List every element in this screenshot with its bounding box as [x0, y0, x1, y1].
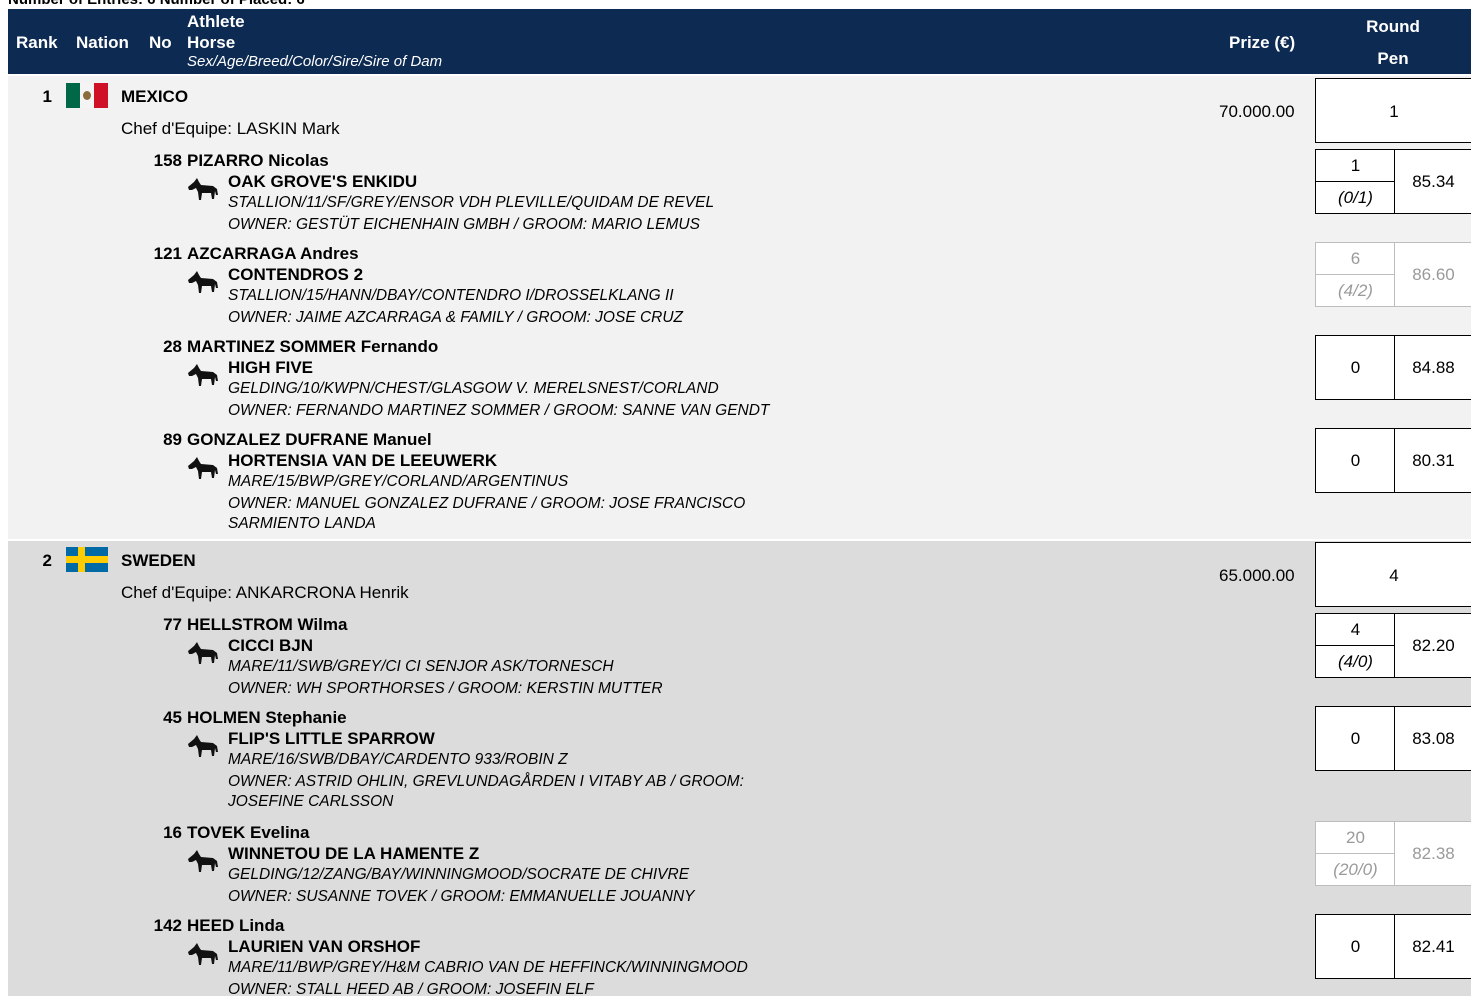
horse-icon — [186, 639, 220, 669]
col-round: Round — [1366, 17, 1420, 36]
owner-groom: OWNER: SUSANNE TOVEK / GROOM: EMMANUELLE… — [228, 888, 695, 905]
rider-number: 121 — [153, 244, 182, 263]
athlete-name[interactable]: MARTINEZ SOMMER Fernando — [187, 337, 438, 357]
rider-number: 45 — [163, 708, 182, 727]
owner-groom: OWNER: GESTÜT EICHENHAIN GMBH / GROOM: M… — [228, 216, 700, 233]
rider-penalty: 4 — [1350, 620, 1361, 639]
rider-penalty: 0 — [1350, 729, 1361, 748]
athlete-name[interactable]: TOVEK Evelina — [187, 823, 310, 843]
athlete-name[interactable]: AZCARRAGA Andres — [187, 244, 359, 264]
rider-faults: (4/2) — [1338, 281, 1373, 300]
horse-icon — [186, 940, 220, 970]
rider-faults: (20/0) — [1333, 860, 1378, 879]
col-prize: Prize (€) — [1229, 33, 1296, 52]
team-penalty: 4 — [1389, 566, 1399, 585]
horse-name[interactable]: CONTENDROS 2 — [228, 265, 363, 285]
chef-d-equipe: Chef d'Equipe: LASKIN Mark — [121, 119, 340, 138]
col-rank: Rank — [16, 33, 58, 52]
col-horse-subtitle: Sex/Age/Breed/Color/Sire/Sire of Dam — [187, 53, 443, 70]
horse-details: MARE/11/BWP/GREY/H&M CABRIO VAN DE HEFFI… — [228, 959, 748, 976]
team-nation: SWEDEN — [121, 551, 196, 570]
rider-number: 142 — [153, 916, 182, 935]
athlete-name[interactable]: HEED Linda — [187, 916, 284, 936]
penalty-divider — [1316, 181, 1395, 182]
rider-time: 83.08 — [1412, 729, 1455, 748]
horse-icon — [186, 454, 220, 484]
horse-icon — [186, 361, 220, 391]
team-prize: 65.000.00 — [1219, 566, 1295, 585]
rider-time: 85.34 — [1412, 172, 1455, 191]
horse-name[interactable]: OAK GROVE'S ENKIDU — [228, 172, 417, 192]
penalty-divider — [1316, 274, 1395, 275]
athlete-name[interactable]: HOLMEN Stephanie — [187, 708, 347, 728]
owner-groom: OWNER: JAIME AZCARRAGA & FAMILY / GROOM:… — [228, 309, 684, 326]
rider-number: 89 — [163, 430, 182, 449]
col-athlete: Athlete — [187, 12, 245, 31]
horse-icon — [186, 847, 220, 877]
owner-groom: OWNER: STALL HEED AB / GROOM: JOSEFIN EL… — [228, 981, 594, 998]
rider-time: 82.41 — [1412, 937, 1455, 956]
owner-groom: OWNER: FERNANDO MARTINEZ SOMMER / GROOM:… — [228, 402, 770, 419]
col-no: No — [149, 33, 172, 52]
owner-groom: OWNER: ASTRID OHLIN, GREVLUNDAGÅRDEN I V… — [228, 773, 744, 790]
sweden-flag — [66, 547, 108, 572]
rider-penalty: 0 — [1350, 937, 1361, 956]
horse-name[interactable]: HIGH FIVE — [228, 358, 313, 378]
rider-time: 86.60 — [1412, 265, 1455, 284]
rider-faults: (4/0) — [1338, 652, 1373, 671]
horse-details: STALLION/15/HANN/DBAY/CONTENDRO I/DROSSE… — [228, 287, 674, 304]
team-prize: 70.000.00 — [1219, 102, 1295, 121]
team-rank: 2 — [42, 551, 52, 570]
horse-name[interactable]: WINNETOU DE LA HAMENTE Z — [228, 844, 479, 864]
horse-name[interactable]: LAURIEN VAN ORSHOF — [228, 937, 420, 957]
team-nation: MEXICO — [121, 87, 189, 106]
team-rank: 1 — [42, 87, 52, 106]
horse-icon — [186, 175, 220, 205]
rider-time: 80.31 — [1412, 451, 1455, 470]
rider-number: 158 — [153, 151, 182, 170]
mexico-flag — [66, 83, 108, 108]
rider-number: 77 — [163, 615, 182, 634]
entries-summary: Number of Entries: 6 Number of Placed: 6 — [8, 0, 305, 8]
rider-penalty: 6 — [1350, 249, 1361, 268]
team-penalty: 1 — [1389, 102, 1399, 121]
rider-faults: (0/1) — [1338, 188, 1373, 207]
horse-details: MARE/15/BWP/GREY/CORLAND/ARGENTINUS — [228, 473, 569, 490]
horse-details: MARE/11/SWB/GREY/CI CI SENJOR ASK/TORNES… — [228, 658, 614, 675]
rider-penalty: 0 — [1350, 358, 1361, 377]
horse-name[interactable]: FLIP'S LITTLE SPARROW — [228, 729, 435, 749]
horse-name[interactable]: CICCI BJN — [228, 636, 313, 656]
rider-number: 16 — [163, 823, 182, 842]
rider-number: 28 — [163, 337, 182, 356]
owner-groom: OWNER: MANUEL GONZALEZ DUFRANE / GROOM: … — [228, 495, 746, 512]
owner-groom: SARMIENTO LANDA — [228, 515, 376, 532]
rider-time: 82.38 — [1412, 844, 1455, 863]
horse-details: GELDING/12/ZANG/BAY/WINNINGMOOD/SOCRATE … — [228, 866, 690, 883]
horse-icon — [186, 268, 220, 298]
rider-penalty: 1 — [1350, 156, 1361, 175]
owner-groom: OWNER: WH SPORTHORSES / GROOM: KERSTIN M… — [228, 680, 663, 697]
owner-groom: JOSEFINE CARLSSON — [228, 793, 394, 810]
athlete-name[interactable]: GONZALEZ DUFRANE Manuel — [187, 430, 432, 450]
chef-d-equipe: Chef d'Equipe: ANKARCRONA Henrik — [121, 583, 409, 602]
rider-time: 82.20 — [1412, 636, 1455, 655]
results-table-header: Rank Nation No Athlete Horse Sex/Age/Bre… — [8, 9, 1471, 74]
rider-penalty: 0 — [1350, 451, 1361, 470]
horse-details: STALLION/11/SF/GREY/ENSOR VDH PLEVILLE/Q… — [228, 194, 715, 211]
horse-icon — [186, 732, 220, 762]
horse-name[interactable]: HORTENSIA VAN DE LEEUWERK — [228, 451, 497, 471]
horse-details: MARE/16/SWB/DBAY/CARDENTO 933/ROBIN Z — [228, 751, 568, 768]
col-horse: Horse — [187, 33, 236, 52]
athlete-name[interactable]: PIZARRO Nicolas — [187, 151, 329, 171]
rider-time: 84.88 — [1412, 358, 1455, 377]
penalty-divider — [1316, 853, 1395, 854]
col-pen: Pen — [1377, 49, 1409, 68]
athlete-name[interactable]: HELLSTROM Wilma — [187, 615, 347, 635]
col-nation: Nation — [76, 33, 129, 52]
penalty-divider — [1316, 645, 1395, 646]
horse-details: GELDING/10/KWPN/CHEST/GLASGOW V. MERELSN… — [228, 380, 719, 397]
rider-penalty: 20 — [1346, 828, 1365, 847]
